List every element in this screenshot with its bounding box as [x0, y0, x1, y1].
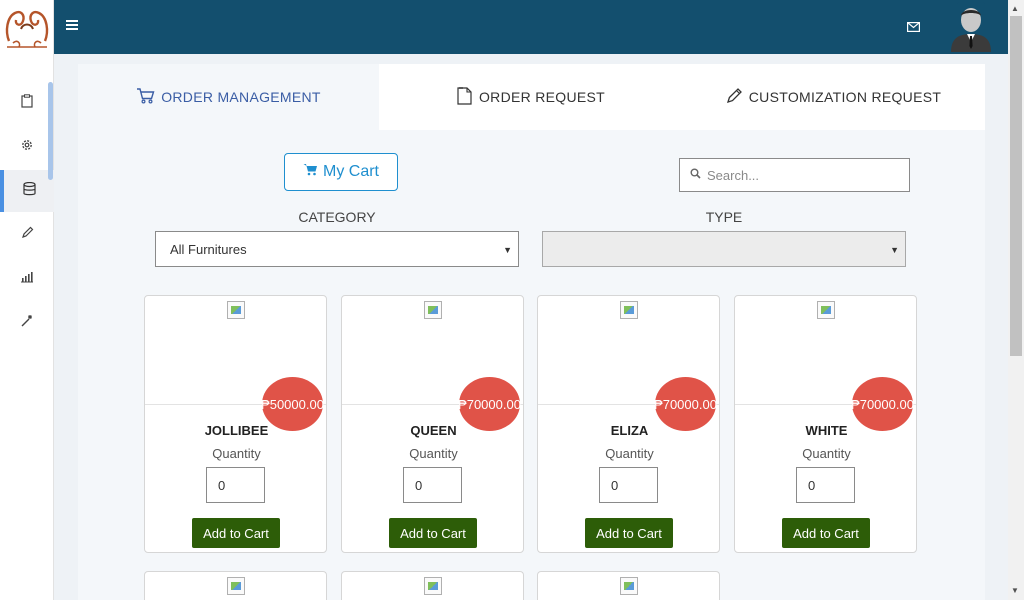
product-image — [227, 301, 245, 319]
product-image — [424, 301, 442, 319]
pencil-icon — [726, 87, 749, 107]
quantity-input[interactable]: 0 — [206, 467, 265, 503]
product-image — [620, 577, 638, 595]
tab-order-management[interactable]: ORDER MANAGEMENT — [78, 64, 379, 130]
tab-customization-request[interactable]: CUSTOMIZATION REQUEST — [682, 64, 985, 130]
search-input[interactable] — [707, 167, 897, 183]
bar-chart-icon — [20, 270, 34, 288]
page-scrollbar-thumb[interactable] — [1010, 16, 1022, 356]
sidebar-scrollbar[interactable] — [48, 82, 53, 180]
magic-wand-icon — [20, 314, 34, 333]
document-icon — [456, 86, 479, 109]
product-name: WHITE — [805, 423, 848, 438]
scroll-down-arrow-icon[interactable]: ▼ — [1011, 586, 1019, 595]
add-to-cart-button[interactable]: Add to Cart — [782, 518, 870, 548]
product-name: JOLLIBEE — [204, 423, 269, 438]
scroll-up-arrow-icon[interactable]: ▲ — [1011, 4, 1019, 13]
product-image — [817, 301, 835, 319]
sidebar-item-orders[interactable] — [0, 82, 54, 124]
hamburger-icon[interactable] — [66, 18, 80, 34]
product-card: ₱50000.00 JOLLIBEE Quantity 0 Add to Car… — [144, 295, 327, 553]
sidebar-item-customize[interactable] — [0, 302, 54, 344]
category-value: All Furnitures — [170, 241, 247, 257]
type-select[interactable]: ▼ — [542, 231, 906, 267]
quantity-input[interactable]: 0 — [796, 467, 855, 503]
sidebar — [0, 0, 54, 600]
sidebar-item-inventory[interactable] — [0, 170, 54, 212]
envelope-icon[interactable] — [907, 19, 921, 33]
tab-label: CUSTOMIZATION REQUEST — [748, 89, 942, 105]
sidebar-item-reports[interactable] — [0, 258, 54, 300]
pencil-icon — [21, 226, 34, 244]
product-card — [537, 571, 720, 600]
cart-icon — [136, 87, 161, 107]
quantity-input[interactable]: 0 — [403, 467, 462, 503]
quantity-label: Quantity — [409, 446, 458, 461]
gear-icon — [20, 138, 34, 157]
clipboard-icon — [21, 93, 33, 113]
product-card: ₱70000.00 ELIZA Quantity 0 Add to Cart — [537, 295, 720, 553]
top-bar — [54, 0, 1008, 54]
category-select[interactable]: All Furnitures ▼ — [155, 231, 519, 267]
tab-order-request[interactable]: ORDER REQUEST — [379, 64, 682, 130]
my-cart-label: My Cart — [323, 163, 379, 180]
quantity-label: Quantity — [605, 446, 654, 461]
category-label: CATEGORY — [298, 209, 376, 225]
product-image — [227, 577, 245, 595]
dropdown-arrow-icon: ▼ — [890, 245, 899, 255]
product-card: ₱70000.00 WHITE Quantity 0 Add to Cart — [734, 295, 917, 553]
user-avatar[interactable] — [947, 1, 995, 52]
product-card — [341, 571, 524, 600]
product-image — [424, 577, 442, 595]
cart-icon — [303, 163, 323, 181]
product-card — [144, 571, 327, 600]
add-to-cart-button[interactable]: Add to Cart — [389, 518, 477, 548]
add-to-cart-button[interactable]: Add to Cart — [585, 518, 673, 548]
search-icon — [690, 166, 701, 184]
quantity-label: Quantity — [212, 446, 261, 461]
quantity-label: Quantity — [802, 446, 851, 461]
database-icon — [22, 181, 36, 201]
tab-label: ORDER REQUEST — [478, 89, 606, 105]
type-label: TYPE — [705, 209, 743, 225]
my-cart-button[interactable]: My Cart — [284, 153, 398, 191]
product-image — [620, 301, 638, 319]
sidebar-item-edit[interactable] — [0, 214, 54, 256]
brand-logo[interactable] — [0, 0, 54, 54]
product-name: ELIZA — [610, 423, 649, 438]
product-name: QUEEN — [410, 423, 457, 438]
tab-label: ORDER MANAGEMENT — [161, 89, 321, 105]
sidebar-item-settings[interactable] — [0, 126, 54, 168]
product-card: ₱70000.00 QUEEN Quantity 0 Add to Cart — [341, 295, 524, 553]
quantity-input[interactable]: 0 — [599, 467, 658, 503]
add-to-cart-button[interactable]: Add to Cart — [192, 518, 280, 548]
search-field[interactable] — [679, 158, 910, 192]
dropdown-arrow-icon: ▼ — [503, 245, 512, 255]
